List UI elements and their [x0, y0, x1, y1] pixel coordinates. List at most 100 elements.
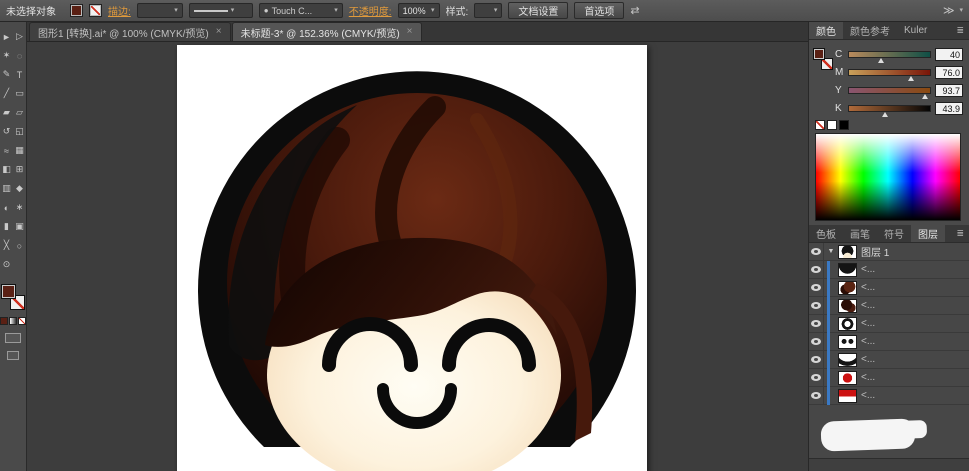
document-tab-1[interactable]: 未标题-3* @ 152.36% (CMYK/预览)× [232, 22, 422, 41]
layer-row[interactable]: <... [809, 387, 969, 405]
document-setup-button[interactable]: 文档设置 [508, 2, 568, 19]
layer-row[interactable]: <... [809, 369, 969, 387]
channel-value-field[interactable]: 40 [935, 48, 963, 61]
visibility-toggle[interactable] [809, 279, 824, 296]
style-dropdown[interactable]: ▾ [474, 3, 502, 18]
opacity-dropdown[interactable]: 100% ▾ [398, 3, 440, 18]
dock-panel-tab-2[interactable]: 符号 [877, 225, 911, 242]
channel-slider[interactable] [848, 69, 931, 76]
channel-slider[interactable] [848, 51, 931, 58]
line-segment-tool[interactable]: ╱ [0, 84, 13, 103]
slice-tool[interactable]: ╳ [0, 236, 13, 255]
type-tool[interactable]: T [13, 65, 26, 84]
draw-mode-icon[interactable] [5, 333, 21, 343]
preferences-button[interactable]: 首选项 [574, 2, 624, 19]
document-tab-0[interactable]: 图形1 [转换].ai* @ 100% (CMYK/预览)× [29, 22, 231, 41]
workspace-switcher-icon[interactable]: ≫ [943, 4, 955, 17]
canvas-pasteboard[interactable] [27, 42, 808, 471]
pen-tool[interactable]: ✎ [0, 65, 13, 84]
slider-thumb[interactable] [882, 112, 888, 117]
scale-tool[interactable]: ◱ [13, 122, 26, 141]
mesh-tool[interactable]: ⊞ [13, 160, 26, 179]
channel-value-field[interactable]: 43.9 [935, 102, 963, 115]
layer-row[interactable]: <... [809, 351, 969, 369]
layer-row[interactable]: <... [809, 315, 969, 333]
channel-value-field[interactable]: 76.0 [935, 66, 963, 79]
color-spectrum[interactable] [815, 133, 961, 221]
rectangle-tool[interactable]: ▭ [13, 84, 26, 103]
fill-color-swatch[interactable] [70, 4, 83, 17]
color-mode-icon[interactable] [0, 317, 8, 325]
zoom-tool[interactable]: ⊙ [0, 255, 13, 274]
gradient-mode-icon[interactable] [9, 317, 17, 325]
layer-row[interactable]: <... [809, 261, 969, 279]
eyedropper-tool[interactable]: ◆ [13, 179, 26, 198]
align-options-icon[interactable]: ⇄ [630, 4, 639, 17]
chevron-down-icon[interactable]: ▾ [959, 7, 963, 14]
stroke-link[interactable]: 描边: [108, 3, 131, 18]
fill-proxy-swatch[interactable] [813, 48, 825, 60]
slice-tool-icon: ╳ [4, 240, 9, 251]
visibility-toggle[interactable] [809, 351, 824, 368]
fill-proxy-swatch[interactable] [1, 284, 16, 299]
symbol-sprayer-tool[interactable]: ∗ [13, 198, 26, 217]
color-panel-tab-0[interactable]: 颜色 [809, 22, 843, 39]
shape-builder-tool[interactable]: ◧ [0, 160, 13, 179]
rotate-tool[interactable]: ↺ [0, 122, 13, 141]
hand-tool[interactable]: ○ [13, 236, 26, 255]
pencil-tool[interactable]: ▱ [13, 103, 26, 122]
visibility-toggle[interactable] [809, 261, 824, 278]
stroke-color-swatch[interactable] [89, 4, 102, 17]
expand-triangle-icon[interactable]: ▼ [824, 248, 838, 255]
layer-row-group[interactable]: ▼图层 1 [809, 243, 969, 261]
visibility-toggle[interactable] [809, 243, 824, 260]
dock-panel-tab-3[interactable]: 图层 [911, 225, 945, 242]
close-icon[interactable]: × [407, 27, 413, 37]
magic-wand-tool[interactable]: ✶ [0, 46, 13, 65]
screen-mode-icon[interactable] [7, 351, 19, 360]
width-tool[interactable]: ≈ [0, 141, 13, 160]
brush-definition-dropdown[interactable]: ● Touch C... ▾ [259, 3, 343, 18]
slider-thumb[interactable] [878, 58, 884, 63]
gradient-tool[interactable]: ▥ [0, 179, 13, 198]
channel-value-field[interactable]: 93.7 [935, 84, 963, 97]
column-graph-tool[interactable]: ▮ [0, 217, 13, 236]
variable-width-profile-dropdown[interactable]: ▾ [189, 3, 253, 18]
selection-tool[interactable]: ► [0, 27, 13, 46]
direct-selection-tool[interactable]: ▷ [13, 27, 26, 46]
panel-menu-icon[interactable]: ≣ [951, 22, 969, 39]
slider-thumb[interactable] [922, 94, 928, 99]
none-mode-icon[interactable] [18, 317, 26, 325]
layer-row[interactable]: <... [809, 297, 969, 315]
layer-row[interactable]: <... [809, 333, 969, 351]
visibility-toggle[interactable] [809, 297, 824, 314]
artboard-tool[interactable]: ▣ [13, 217, 26, 236]
panel-menu-icon[interactable]: ≣ [951, 225, 969, 242]
close-icon[interactable]: × [216, 27, 222, 37]
fill-stroke-proxy[interactable] [1, 284, 25, 310]
visibility-toggle[interactable] [809, 315, 824, 332]
blend-tool[interactable]: ◐ [0, 198, 13, 217]
color-panel-fill-stroke[interactable] [813, 48, 833, 70]
visibility-toggle[interactable] [809, 333, 824, 350]
opacity-link[interactable]: 不透明度: [349, 3, 392, 18]
eye-icon [811, 284, 821, 291]
color-panel-tab-2[interactable]: Kuler [897, 22, 934, 39]
none-swatch[interactable] [815, 120, 825, 130]
color-panel-tab-1[interactable]: 颜色参考 [843, 22, 897, 39]
artboard[interactable] [177, 45, 647, 471]
stroke-weight-dropdown[interactable]: ▾ [137, 3, 183, 18]
lasso-tool[interactable]: ◌ [13, 46, 26, 65]
paintbrush-tool[interactable]: ▰ [0, 103, 13, 122]
black-swatch[interactable] [839, 120, 849, 130]
visibility-toggle[interactable] [809, 369, 824, 386]
visibility-toggle[interactable] [809, 387, 824, 404]
slider-thumb[interactable] [908, 76, 914, 81]
layer-row[interactable]: <... [809, 279, 969, 297]
white-swatch[interactable] [827, 120, 837, 130]
channel-slider[interactable] [848, 87, 931, 94]
channel-slider[interactable] [848, 105, 931, 112]
dock-panel-tab-1[interactable]: 画笔 [843, 225, 877, 242]
dock-panel-tab-0[interactable]: 色板 [809, 225, 843, 242]
free-transform-tool[interactable]: ▦ [13, 141, 26, 160]
